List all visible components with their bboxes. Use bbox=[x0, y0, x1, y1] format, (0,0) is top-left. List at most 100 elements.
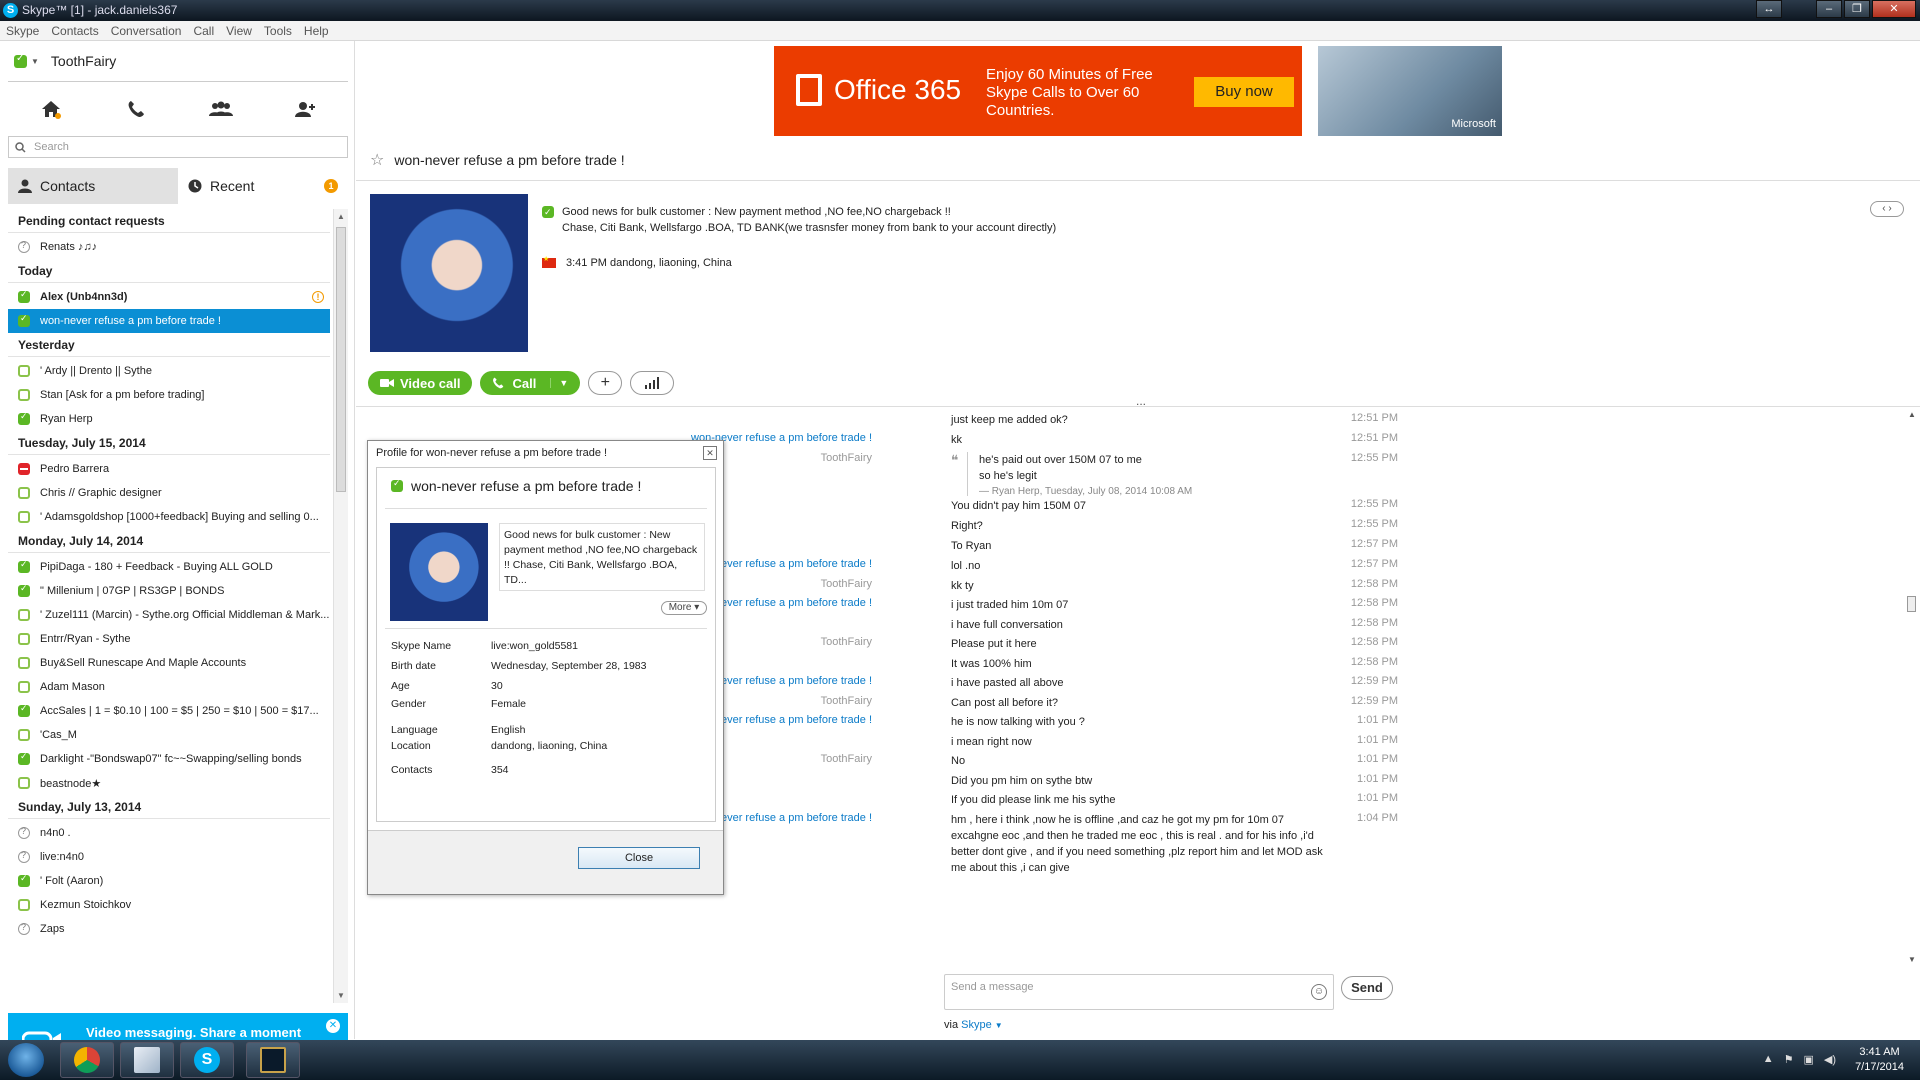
send-button[interactable]: Send bbox=[1341, 976, 1393, 1000]
emoticon-icon[interactable]: ☺ bbox=[1311, 984, 1327, 1000]
contact-list-item[interactable]: AccSales | 1 = $0.10 | 100 = $5 | 250 = … bbox=[8, 699, 330, 723]
group-icon[interactable] bbox=[201, 93, 241, 125]
offline-status-icon bbox=[18, 389, 30, 401]
contact-list-item[interactable]: Buy&Sell Runescape And Maple Accounts bbox=[8, 651, 330, 675]
more-button[interactable]: More ▾ bbox=[661, 601, 707, 615]
close-button[interactable]: Close bbox=[578, 847, 700, 869]
menu-conversation[interactable]: Conversation bbox=[111, 24, 182, 38]
contact-list-item[interactable]: n4n0 . bbox=[8, 821, 330, 845]
contact-name: Darklight -"Bondswap07" fc~~Swapping/sel… bbox=[40, 753, 302, 765]
contact-list-item[interactable]: Chris // Graphic designer bbox=[8, 481, 330, 505]
close-icon[interactable]: ✕ bbox=[703, 446, 717, 460]
menu-contacts[interactable]: Contacts bbox=[51, 24, 98, 38]
notepad-taskbar-button[interactable] bbox=[120, 1042, 174, 1078]
contact-list-item[interactable]: ' Ardy || Drento || Sythe bbox=[8, 359, 330, 383]
star-icon[interactable]: ☆ bbox=[370, 150, 384, 170]
phone-icon bbox=[493, 377, 504, 389]
skype-taskbar-button[interactable]: S bbox=[180, 1042, 234, 1078]
menu-help[interactable]: Help bbox=[304, 24, 329, 38]
contact-list-item[interactable]: Zaps bbox=[8, 917, 330, 941]
message-body: ❝ he's paid out over 150M 07 to me so he's… bbox=[951, 452, 1331, 500]
scroll-down-icon[interactable]: ▼ bbox=[1908, 955, 1916, 964]
message-input[interactable]: Send a message ☺ bbox=[944, 974, 1334, 1010]
chrome-taskbar-button[interactable] bbox=[60, 1042, 114, 1078]
contact-avatar[interactable] bbox=[370, 194, 528, 352]
resize-button[interactable]: ↔ bbox=[1756, 0, 1782, 18]
maximize-button[interactable]: ❐ bbox=[1844, 0, 1870, 18]
chat-scrollbar[interactable]: ▲ ▼ bbox=[1903, 408, 1920, 966]
start-button[interactable] bbox=[8, 1043, 44, 1077]
phone-icon[interactable] bbox=[116, 93, 156, 125]
video-call-button[interactable]: Video call bbox=[368, 371, 473, 395]
message-sender[interactable]: ToothFairy bbox=[821, 452, 872, 464]
close-icon[interactable]: ✕ bbox=[326, 1019, 340, 1033]
tab-contacts[interactable]: Contacts bbox=[8, 168, 178, 204]
profile-field-row: Birth date Wednesday, September 28, 1983 bbox=[391, 656, 646, 676]
minimize-button[interactable]: – bbox=[1816, 0, 1842, 18]
online-status-icon bbox=[391, 478, 403, 492]
chevron-down-icon[interactable]: ▼ bbox=[995, 1021, 1003, 1030]
profile-pager[interactable]: ‹ › bbox=[1870, 201, 1904, 217]
contact-list-item[interactable]: ' Folt (Aaron) bbox=[8, 869, 330, 893]
profile-avatar bbox=[390, 523, 488, 621]
home-icon[interactable] bbox=[31, 93, 71, 125]
message-sender[interactable]: ToothFairy bbox=[821, 753, 872, 765]
message-timestamp: 12:58 PM bbox=[1350, 578, 1398, 590]
scroll-down-icon[interactable]: ▼ bbox=[337, 991, 345, 1000]
network-icon[interactable]: ▣ bbox=[1803, 1053, 1813, 1066]
contact-list-item[interactable]: " Millenium | 07GP | RS3GP | BONDS bbox=[8, 579, 330, 603]
contact-list-item[interactable]: PipiDaga - 180 + Feedback - Buying ALL G… bbox=[8, 555, 330, 579]
search-input[interactable]: Search bbox=[8, 136, 348, 158]
contact-list-item[interactable]: won-never refuse a pm before trade ! bbox=[8, 309, 330, 333]
contact-list-item[interactable]: Renats ♪♫♪ bbox=[8, 235, 330, 259]
message-body: hm , here i think ,now he is offline ,an… bbox=[951, 814, 1323, 874]
contact-list-item[interactable]: 'Cas_M bbox=[8, 723, 330, 747]
contact-name: " Millenium | 07GP | RS3GP | BONDS bbox=[40, 585, 225, 597]
close-window-button[interactable]: ✕ bbox=[1872, 0, 1916, 18]
chevron-down-icon[interactable]: ▼ bbox=[550, 378, 568, 388]
contact-list-item[interactable]: Pedro Barrera bbox=[8, 457, 330, 481]
message-sender[interactable]: ToothFairy bbox=[821, 695, 872, 707]
contact-name: live:n4n0 bbox=[40, 851, 85, 863]
menu-tools[interactable]: Tools bbox=[264, 24, 292, 38]
contact-list-item[interactable]: Kezmun Stoichkov bbox=[8, 893, 330, 917]
action-center-icon[interactable]: ⚑ bbox=[1784, 1053, 1794, 1066]
office365-ad-banner[interactable]: Office 365 Enjoy 60 Minutes of Free Skyp… bbox=[774, 46, 1502, 136]
contact-list-item[interactable]: Darklight -"Bondswap07" fc~~Swapping/sel… bbox=[8, 747, 330, 771]
user-status-menu[interactable]: ▼ ToothFairy bbox=[14, 53, 116, 69]
scrollbar-thumb[interactable] bbox=[1907, 596, 1916, 612]
contact-list-item[interactable]: Stan [Ask for a pm before trading] bbox=[8, 383, 330, 407]
call-button[interactable]: Call ▼ bbox=[480, 371, 581, 395]
tab-recent[interactable]: Recent 1 bbox=[178, 168, 348, 204]
contact-list-scrollbar[interactable]: ▲ ▼ bbox=[333, 209, 348, 1003]
buy-now-button[interactable]: Buy now bbox=[1194, 77, 1294, 107]
league-taskbar-button[interactable] bbox=[246, 1042, 300, 1078]
volume-icon[interactable]: ◀) bbox=[1824, 1053, 1836, 1066]
scrollbar-thumb[interactable] bbox=[336, 227, 346, 492]
contact-list-item[interactable]: live:n4n0 bbox=[8, 845, 330, 869]
add-contact-icon[interactable] bbox=[286, 93, 326, 125]
taskbar-clock[interactable]: 3:41 AM 7/17/2014 bbox=[1855, 1045, 1904, 1075]
offline-status-icon bbox=[18, 511, 30, 523]
message-sender[interactable]: ToothFairy bbox=[821, 578, 872, 590]
menu-skype[interactable]: Skype bbox=[6, 24, 39, 38]
message-timestamp: 12:58 PM bbox=[1350, 656, 1398, 668]
menu-view[interactable]: View bbox=[226, 24, 252, 38]
contact-list-item[interactable]: beastnode★ bbox=[8, 771, 330, 795]
tray-expand-icon[interactable]: ▲ bbox=[1763, 1053, 1774, 1066]
contact-list-item[interactable]: Alex (Unb4nn3d)! bbox=[8, 285, 330, 309]
recent-badge: 1 bbox=[324, 179, 338, 193]
contact-name: Entrr/Ryan - Sythe bbox=[40, 633, 131, 645]
message-sender[interactable]: ToothFairy bbox=[821, 636, 872, 648]
add-button[interactable]: + bbox=[588, 371, 623, 395]
scroll-up-icon[interactable]: ▲ bbox=[1908, 410, 1916, 419]
scroll-up-icon[interactable]: ▲ bbox=[337, 212, 345, 221]
menu-call[interactable]: Call bbox=[193, 24, 214, 38]
contact-list-item[interactable]: Ryan Herp bbox=[8, 407, 330, 431]
contact-list-item[interactable]: Entrr/Ryan - Sythe bbox=[8, 627, 330, 651]
contact-list-item[interactable]: ' Adamsgoldshop [1000+feedback] Buying a… bbox=[8, 505, 330, 529]
contact-list-item[interactable]: ' Zuzel111 (Marcin) - Sythe.org Official… bbox=[8, 603, 330, 627]
contact-list-item[interactable]: Adam Mason bbox=[8, 675, 330, 699]
call-quality-button[interactable] bbox=[630, 371, 675, 395]
via-skype-link[interactable]: Skype bbox=[961, 1019, 992, 1031]
